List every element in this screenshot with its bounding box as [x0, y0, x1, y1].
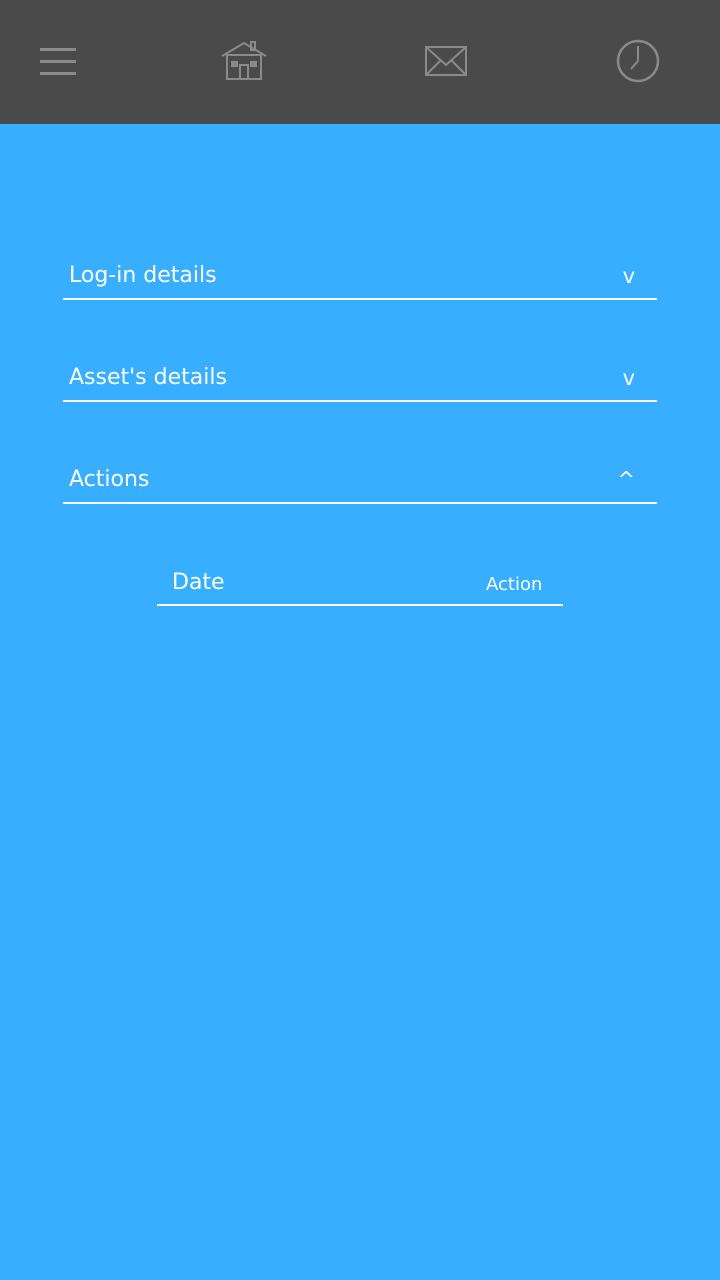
top-navigation-bar: [0, 0, 720, 124]
section-label: Asset's details: [69, 365, 227, 390]
action-column-header: Action: [486, 574, 543, 595]
home-icon: [221, 41, 267, 80]
asset-details-section-header[interactable]: Asset's details v: [63, 362, 657, 402]
clock-icon: [616, 39, 660, 83]
chevron-down-icon: v: [622, 264, 635, 288]
date-column-header: Date: [172, 570, 225, 595]
section-label: Log-in details: [69, 263, 217, 288]
mail-button[interactable]: [422, 38, 470, 86]
login-details-section-header[interactable]: Log-in details v: [63, 260, 657, 300]
menu-icon: [40, 48, 76, 75]
section-label: Actions: [69, 467, 150, 492]
actions-section-header[interactable]: Actions ^: [63, 464, 657, 504]
chevron-down-icon: v: [622, 366, 635, 390]
menu-button[interactable]: [34, 38, 82, 86]
chevron-up-icon: ^: [617, 468, 635, 492]
mail-icon: [425, 46, 467, 76]
actions-table-header: Date Action: [157, 566, 563, 606]
clock-button[interactable]: [614, 38, 662, 86]
home-button[interactable]: [220, 38, 268, 86]
